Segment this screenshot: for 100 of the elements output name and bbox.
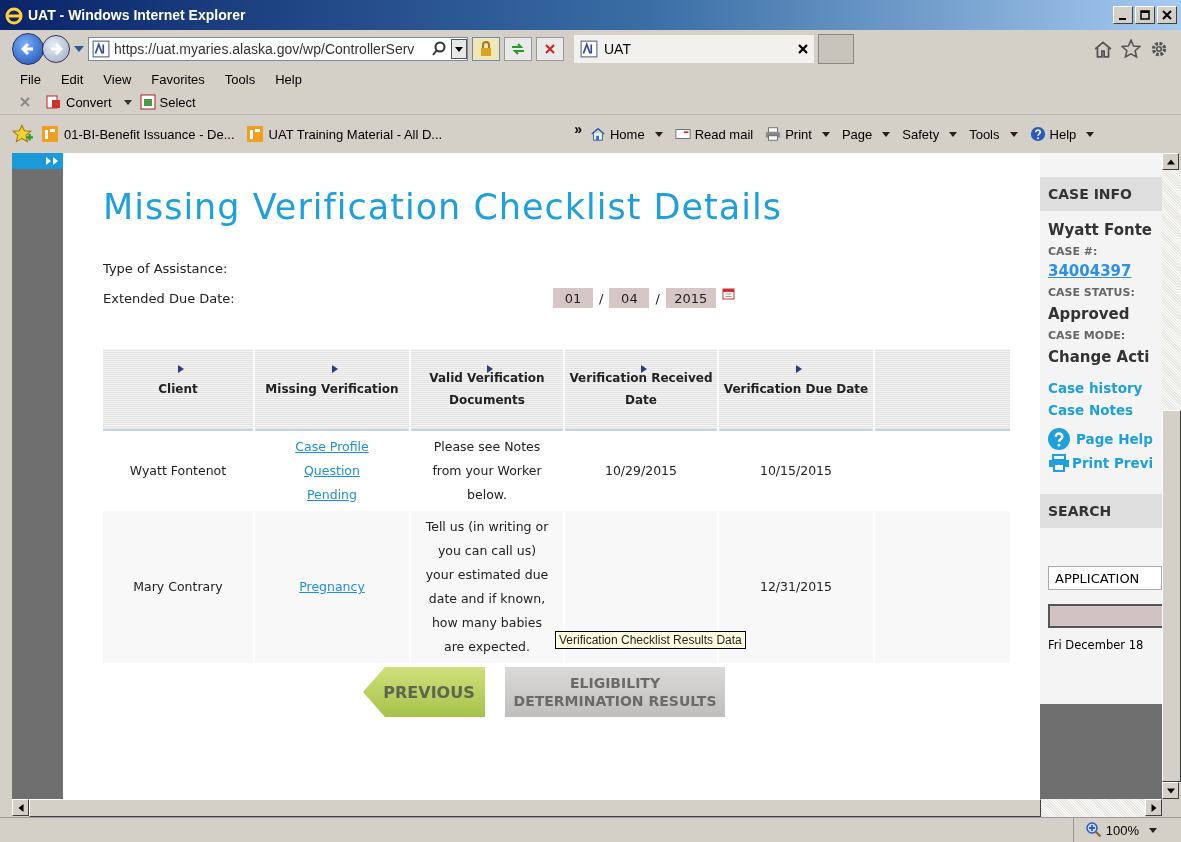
left-arrow-icon[interactable] (17, 803, 24, 812)
command-button[interactable]: Safety (902, 126, 958, 142)
field-label: CASE STATUS: (1047, 285, 1136, 299)
menu-item[interactable]: View (103, 71, 132, 87)
caret-icon (1086, 131, 1095, 137)
stop-button[interactable] (536, 37, 564, 61)
caret-icon (821, 131, 830, 137)
browser-tab[interactable]: UAT (574, 35, 814, 63)
caret-icon (123, 99, 132, 105)
sort-arrow-icon (641, 365, 647, 373)
field-label: CASE #: (1047, 244, 1099, 258)
refresh-icon[interactable] (510, 41, 526, 57)
vertical-scrollbar[interactable] (1162, 153, 1181, 799)
right-arrow-icon[interactable] (1150, 803, 1157, 812)
scroll-down-button[interactable] (1162, 782, 1179, 799)
sort-arrow-icon (487, 365, 493, 373)
browser-logo-icon (4, 5, 24, 25)
help-icon[interactable] (1048, 428, 1070, 450)
menu-item[interactable]: Tools (224, 71, 256, 87)
column-header[interactable]: Valid Verification Documents (411, 349, 563, 431)
favorite-link[interactable]: UAT Training Material - All D... (246, 126, 443, 142)
field-value: Approved (1047, 304, 1131, 323)
printer-icon[interactable] (1048, 454, 1070, 472)
verification-link[interactable]: Pending (307, 483, 357, 507)
table-cell-text: 10/29/2015 (603, 462, 678, 480)
dropdown-button[interactable] (451, 39, 467, 59)
scroll-left-button[interactable] (12, 799, 29, 816)
up-arrow-icon[interactable] (1166, 158, 1175, 165)
back-button[interactable] (12, 33, 44, 65)
year-field[interactable]: 2015 (665, 288, 716, 308)
verification-link[interactable]: Question (304, 459, 360, 483)
column-header[interactable]: Missing Verification (255, 349, 409, 431)
star-icon[interactable] (1121, 39, 1141, 59)
column-header[interactable]: Verification Due Date (719, 349, 873, 431)
tooltip: Verification Checklist Results Data (555, 631, 746, 649)
toolbar-button[interactable]: Select (139, 94, 196, 110)
expand-bar[interactable] (12, 153, 63, 169)
day-field[interactable]: 04 (609, 288, 650, 308)
command-button[interactable]: Read mail (674, 126, 754, 142)
home-icon[interactable] (1093, 39, 1113, 59)
menu-item[interactable]: File (20, 71, 41, 87)
home-icon (589, 126, 606, 142)
mail-icon (674, 126, 691, 142)
scroll-right-button[interactable] (1145, 799, 1162, 816)
help-icon (1029, 126, 1046, 142)
lock-icon[interactable] (478, 41, 494, 57)
command-button[interactable]: Print (765, 126, 830, 142)
double-arrow-icon[interactable] (45, 157, 59, 165)
window-title: UAT - Windows Internet Explorer (28, 7, 246, 23)
overflow-chevron[interactable]: » (574, 121, 582, 137)
bookmark-icon (246, 126, 263, 142)
security-button[interactable] (472, 37, 500, 61)
address-field[interactable]: https://uat.myaries.alaska.gov/wp/ControllerServ (88, 37, 468, 61)
field-value: Change Acti (1047, 347, 1151, 366)
printer-icon (765, 126, 782, 142)
section-heading: CASE INFO (1040, 177, 1162, 211)
previous-button[interactable]: PREVIOUS (363, 667, 485, 717)
menu-item[interactable]: Help (275, 71, 302, 87)
favorite-link[interactable]: 01-BI-Benefit Issuance - De... (42, 126, 235, 142)
caret-icon (882, 131, 891, 137)
caret-icon (949, 131, 958, 137)
section-heading: SEARCH (1040, 494, 1162, 528)
sort-arrow-icon (796, 365, 802, 373)
site-icon (580, 40, 598, 58)
search-type-select[interactable]: APPLICATION (1048, 566, 1162, 590)
bookmark-icon (42, 126, 58, 142)
field-label: Extended Due Date: (103, 290, 236, 306)
zoom-control[interactable]: 100% (1072, 818, 1181, 842)
command-button[interactable]: Help (1029, 126, 1095, 142)
column-header[interactable]: Verification Received Date (565, 349, 717, 431)
toolbar-button[interactable]: Convert (46, 94, 132, 110)
scroll-up-button[interactable] (1162, 153, 1179, 170)
command-button[interactable]: Tools (969, 126, 1018, 142)
page-title: Missing Verification Checklist Details (103, 187, 783, 227)
selection-icon (139, 94, 156, 110)
search-field[interactable] (1048, 604, 1162, 628)
date-text: Fri December 18 (1047, 637, 1145, 652)
caret-icon[interactable] (455, 46, 463, 52)
favorites-star-icon[interactable] (12, 124, 34, 144)
table-cell-text: Wyatt Fontenot (128, 462, 228, 480)
date-separator: / (599, 290, 604, 306)
scroll-thumb[interactable] (1162, 410, 1181, 782)
search-icon[interactable] (431, 41, 447, 57)
close-icon[interactable] (798, 44, 808, 54)
command-button[interactable]: Page (841, 126, 891, 142)
menu-item[interactable]: Favorites (151, 71, 205, 87)
refresh-button[interactable] (504, 37, 532, 61)
month-field[interactable]: 01 (553, 288, 593, 308)
column-header[interactable]: Client (103, 349, 253, 431)
command-button[interactable]: Home (589, 126, 663, 142)
calendar-icon[interactable] (721, 288, 735, 300)
sort-arrow-icon (178, 365, 184, 373)
menu-item[interactable]: Edit (60, 71, 84, 87)
field-label: Type of Assistance: (103, 260, 229, 276)
down-arrow-icon[interactable] (1166, 787, 1175, 794)
verification-link[interactable]: Case Profile (295, 435, 369, 459)
caret-icon (1149, 827, 1157, 833)
date-separator: / (655, 290, 660, 306)
settings-icon[interactable] (1149, 39, 1169, 59)
eligibility-button[interactable]: ELIGIBILITY DETERMINATION RESULTS (505, 667, 725, 717)
